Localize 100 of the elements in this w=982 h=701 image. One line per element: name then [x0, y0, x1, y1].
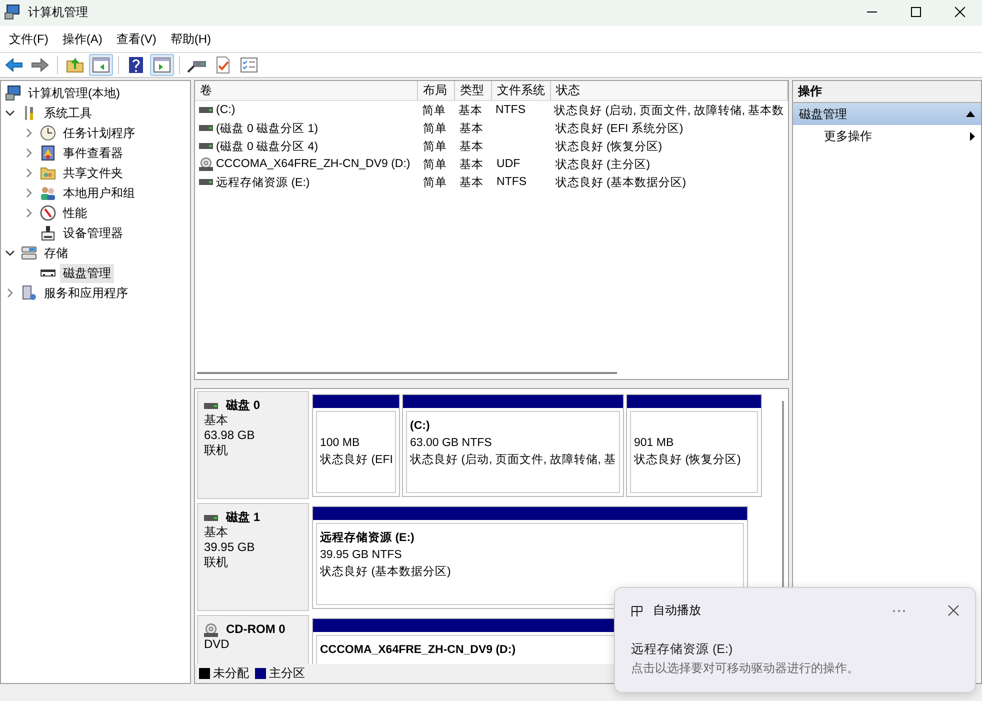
users-icon: [40, 185, 56, 201]
partition-info: 状态良好 (EFI: [320, 452, 393, 468]
tree-item[interactable]: 磁盘管理: [60, 264, 114, 282]
table-cell-text: 简单: [422, 176, 447, 190]
tree-item[interactable]: 本地用户和组: [60, 184, 138, 202]
tree-item[interactable]: 任务计划程序: [60, 124, 138, 142]
computer-icon: [5, 85, 21, 101]
disk-drive-icon: [199, 179, 213, 185]
column-header[interactable]: 文件系统: [492, 81, 551, 100]
shared-folder-icon: [40, 165, 56, 181]
disk-info: 联机: [204, 555, 229, 570]
menu-item[interactable]: 帮助(H): [163, 30, 218, 48]
disk-drive-icon: [204, 514, 218, 520]
partition-block[interactable]: 100 MB 状态良好 (EFI: [312, 394, 400, 497]
table-cell-text: 远程存储资源 (E:): [216, 176, 310, 190]
partition-label: 远程存储资源 (E:): [320, 530, 414, 546]
tree-item[interactable]: 系统工具: [41, 104, 95, 122]
services-icon: [21, 285, 37, 301]
menu-item[interactable]: 文件(F): [2, 30, 56, 48]
table-cell-text: 简单: [422, 104, 446, 118]
table-cell: CCCOMA_X64FRE_ZH-CN_DV9 (D:): [216, 158, 410, 170]
table-cell-text: 基本: [460, 176, 484, 190]
cd-drive-icon: [204, 622, 218, 636]
column-header[interactable]: 卷: [195, 81, 418, 100]
table-cell-text: (磁盘 0 磁盘分区 1): [216, 122, 318, 136]
menu-item[interactable]: 操作(A): [55, 30, 110, 48]
table-cell-text: 状态良好 (基本数据分区): [555, 176, 686, 190]
disk-info: 联机: [204, 443, 229, 458]
column-header[interactable]: 状态: [551, 81, 788, 100]
menu-item[interactable]: 查看(V): [109, 30, 164, 48]
table-cell-text: 基本: [460, 122, 484, 136]
window-title: 计算机管理: [28, 4, 89, 20]
table-cell: (C:): [216, 104, 236, 116]
table-cell-text: 状态良好 (EFI 系统分区): [555, 121, 684, 136]
disk-name: CD-ROM 0: [226, 622, 286, 637]
show-action-pane-button[interactable]: [150, 54, 174, 76]
disk-info: 基本: [204, 413, 229, 428]
tree-item[interactable]: 设备管理器: [60, 224, 126, 242]
cd-drive-icon: [199, 157, 213, 171]
table-cell-text: 状态良好 (启动, 页面文件, 故障转储, 基本数: [554, 104, 784, 118]
autoplay-icon: [631, 604, 643, 616]
scrollbar-thumb[interactable]: [197, 372, 617, 374]
partition-block[interactable]: (C:) 63.00 GB NTFS 状态良好 (启动, 页面文件, 故障转储, 基: [402, 394, 624, 497]
table-cell: NTFS: [495, 104, 526, 116]
toast-heading: 远程存储资源 (E:): [631, 641, 734, 658]
disk-info: 63.98 GB: [204, 428, 256, 443]
column-header[interactable]: 类型: [455, 81, 492, 100]
tree-item[interactable]: 事件查看器: [60, 144, 126, 162]
disk-name: 磁盘 1: [226, 510, 260, 525]
close-icon[interactable]: [948, 605, 959, 616]
event-log-icon: [40, 145, 56, 161]
partition-info: 901 MB: [634, 436, 674, 451]
table-cell-text: 状态良好 (恢复分区): [555, 140, 662, 154]
partition-info: 100 MB: [320, 436, 360, 451]
pane-title: 操作: [793, 81, 981, 103]
disk-info: DVD: [204, 637, 230, 652]
tree-item[interactable]: 共享文件夹: [60, 164, 126, 182]
column-header[interactable]: 布局: [418, 81, 455, 100]
table-cell-text: 简单: [422, 122, 447, 136]
table-cell-text: (磁盘 0 磁盘分区 4): [216, 140, 318, 154]
table-cell: NTFS: [496, 176, 527, 188]
legend-label: 未分配: [213, 665, 249, 682]
partition-label: (C:): [410, 419, 430, 434]
gauge-icon: [40, 205, 56, 221]
partition-info: 状态良好 (恢复分区): [634, 452, 741, 468]
disk-drive-icon: [204, 402, 218, 408]
action-section[interactable]: 磁盘管理: [799, 106, 847, 122]
tree-item[interactable]: 性能: [60, 204, 90, 222]
table-cell-text: 简单: [422, 140, 447, 154]
device-icon: [40, 225, 56, 241]
storage-icon: [21, 245, 37, 261]
show-tree-button[interactable]: [89, 54, 113, 76]
tree-item[interactable]: 计算机管理(本地): [25, 84, 123, 102]
disk-name: 磁盘 0: [226, 398, 260, 413]
disk-drive-icon: [199, 143, 213, 149]
table-cell-text: 基本: [460, 158, 484, 172]
table-cell-text: 状态良好 (主分区): [555, 157, 650, 172]
tree-item[interactable]: 存储: [41, 244, 71, 262]
disk-info: 39.95 GB: [204, 540, 256, 555]
disk-info: 基本: [204, 525, 229, 540]
clock-icon: [40, 125, 56, 141]
tree-item[interactable]: 服务和应用程序: [41, 284, 131, 302]
collapse-arrow-icon[interactable]: [966, 111, 975, 117]
action-item[interactable]: 更多操作: [824, 128, 872, 144]
disk-drive-icon: [199, 125, 213, 131]
partition-info: 状态良好 (基本数据分区): [320, 564, 451, 580]
partition-info: 状态良好 (启动, 页面文件, 故障转储, 基: [410, 452, 616, 468]
submenu-arrow-icon[interactable]: [970, 132, 975, 140]
disk-drive-icon: [199, 107, 213, 113]
partition-label: CCCOMA_X64FRE_ZH-CN_DV9 (D:): [320, 643, 516, 658]
table-cell-text: 基本: [458, 104, 483, 118]
table-cell-text: 基本: [460, 140, 484, 154]
autoplay-toast[interactable]: 自动播放 远程存储资源 (E:) 点击以选择要对可移动驱动器进行的操作。: [614, 587, 976, 693]
partition-block[interactable]: 901 MB 状态良好 (恢复分区): [626, 394, 762, 497]
more-icon[interactable]: [892, 608, 906, 612]
table-cell-text: 简单: [422, 158, 447, 172]
legend-label: 主分区: [269, 665, 305, 682]
partition-info: 39.95 GB NTFS: [320, 548, 402, 563]
partition-info: 63.00 GB NTFS: [410, 436, 492, 451]
app-icon: [4, 4, 20, 20]
